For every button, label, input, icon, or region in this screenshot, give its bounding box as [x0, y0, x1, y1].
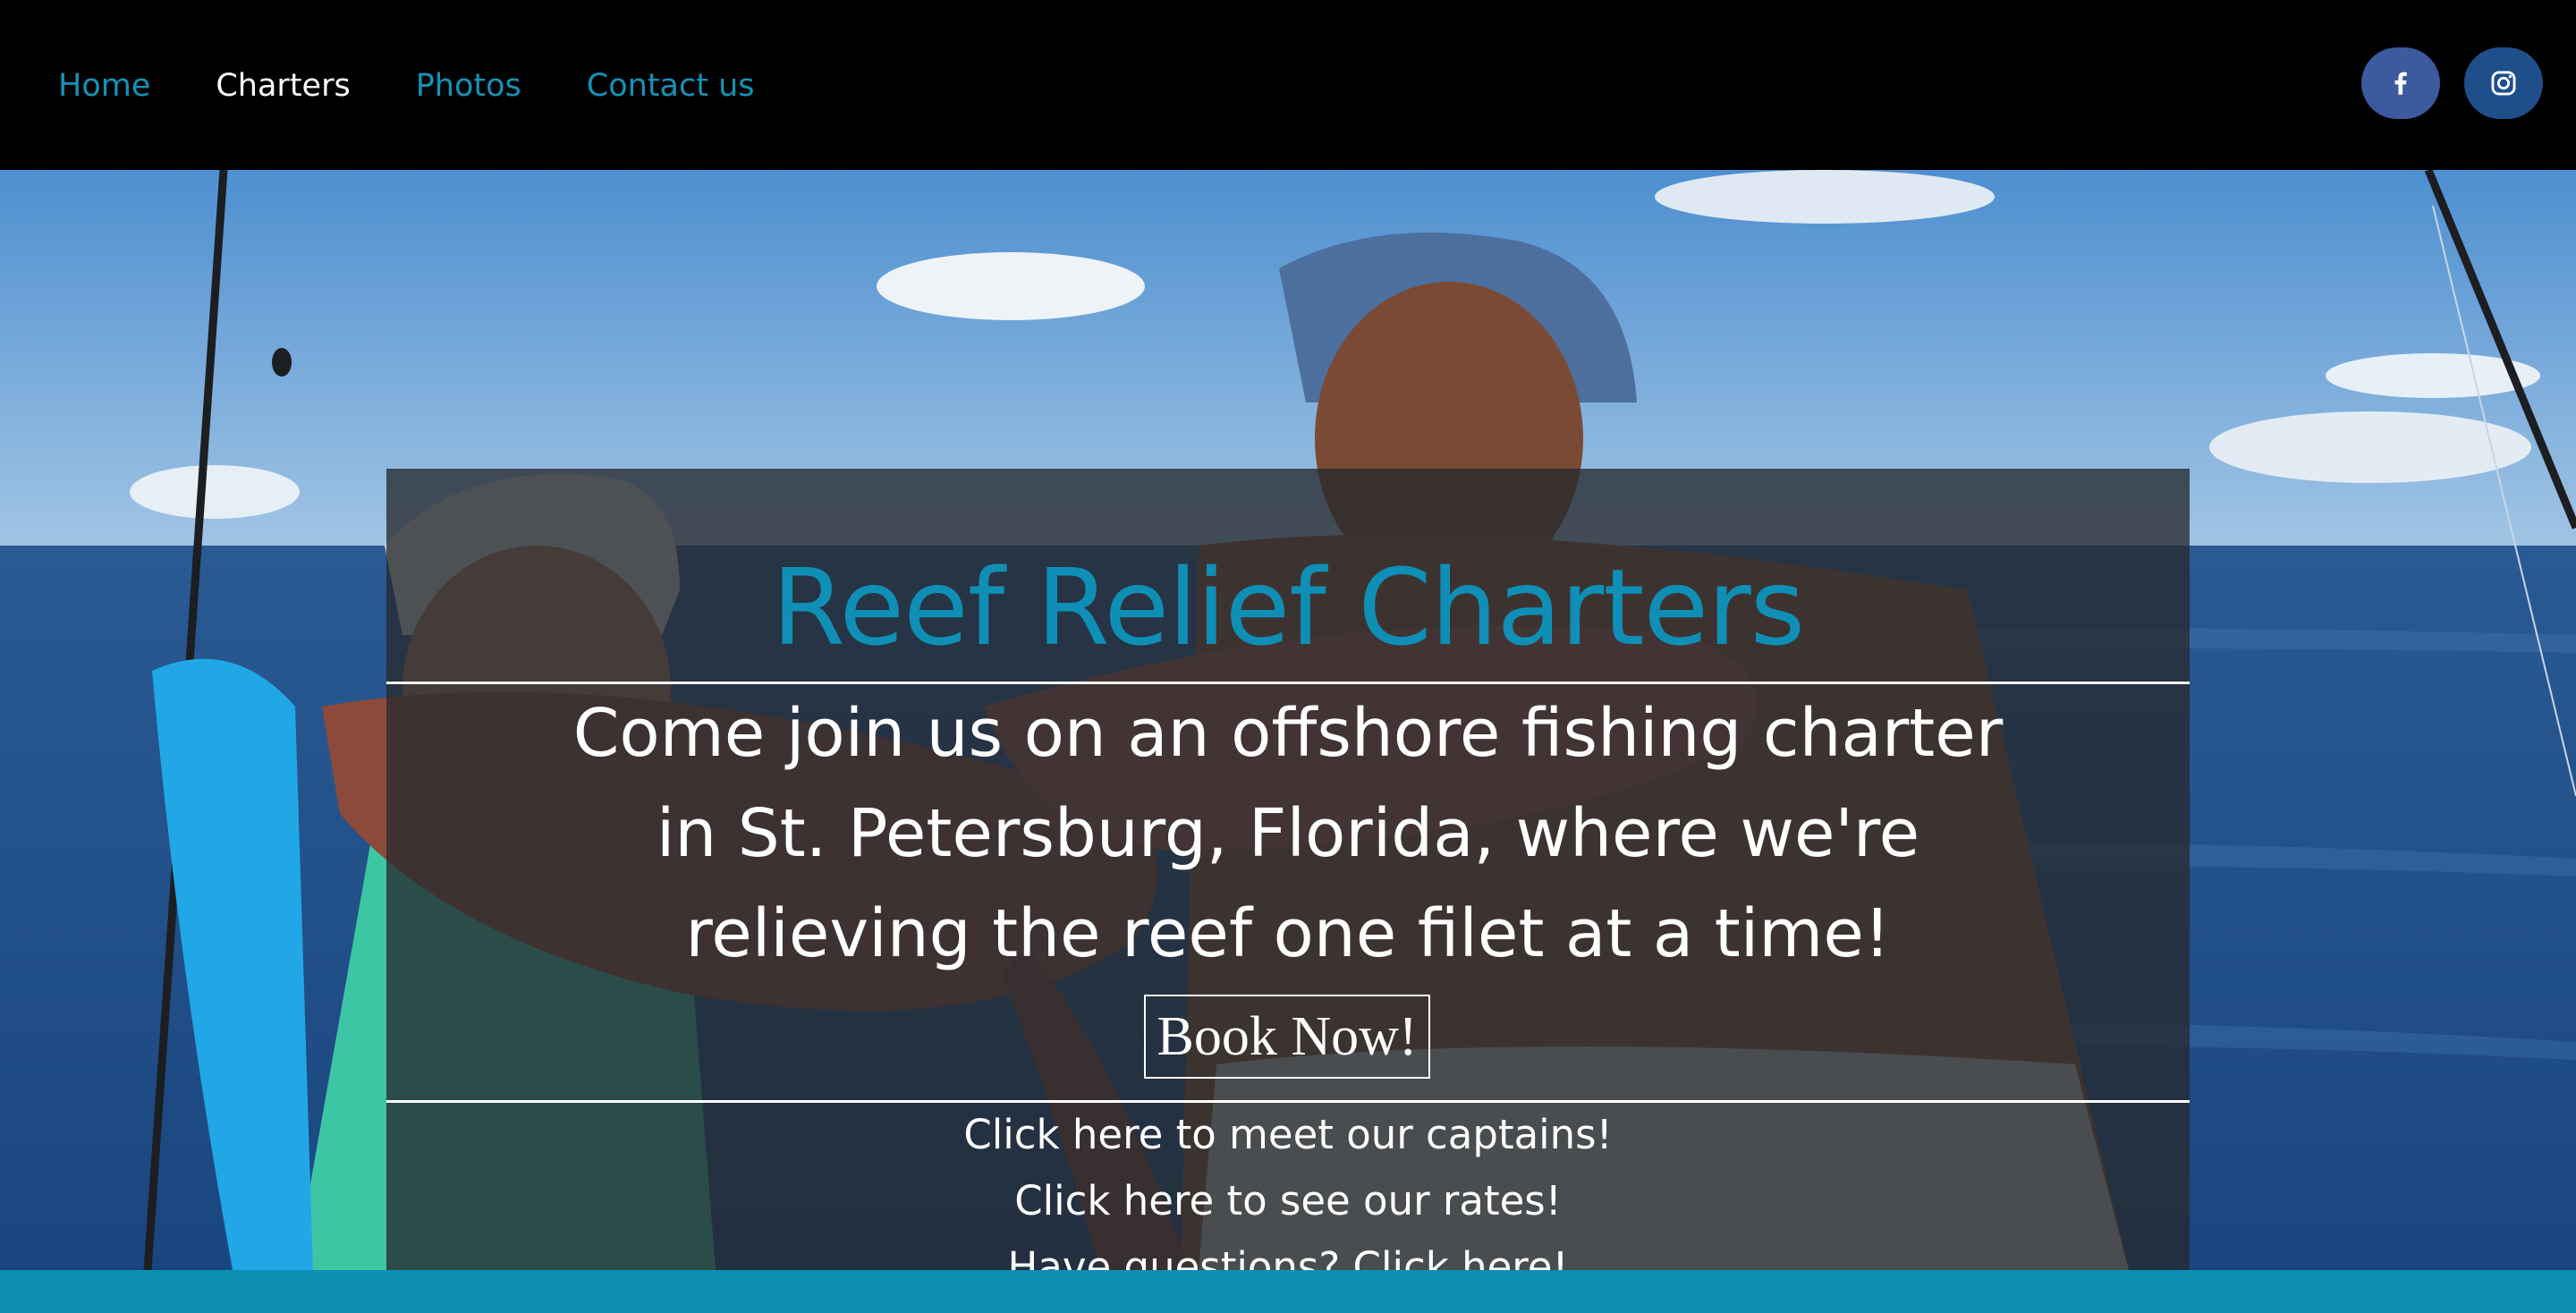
hero-links: Click here to meet our captains! Click h…: [386, 1102, 2190, 1270]
tagline-line: relieving the reef one filet at a time!: [685, 895, 1891, 972]
instagram-icon: [2491, 71, 2516, 96]
meet-captains-link[interactable]: Click here to meet our captains!: [386, 1102, 2190, 1168]
instagram-button[interactable]: [2464, 47, 2543, 119]
nav-item-contact-us[interactable]: Contact us: [587, 68, 755, 104]
page: Home Charters Photos Contact us Reef Rel…: [0, 0, 2576, 1313]
nav-item-home[interactable]: Home: [58, 68, 150, 104]
footer-strip: [0, 1270, 2576, 1313]
tagline-line: Come join us on an offshore fishing char…: [572, 695, 2004, 772]
hero-card: Reef Relief Charters Come join us on an …: [386, 469, 2190, 1270]
tagline-line: in St. Petersburg, Florida, where we're: [656, 795, 1920, 872]
social-links: [2361, 47, 2543, 119]
hero-section: Reef Relief Charters Come join us on an …: [0, 170, 2576, 1270]
top-navigation: Home Charters Photos Contact us: [0, 0, 2576, 170]
see-rates-link[interactable]: Click here to see our rates!: [386, 1168, 2190, 1234]
facebook-button[interactable]: [2361, 47, 2440, 119]
nav-item-photos[interactable]: Photos: [416, 68, 521, 104]
nav-item-charters[interactable]: Charters: [216, 68, 350, 104]
page-title: Reef Relief Charters: [771, 546, 1805, 669]
book-now-button[interactable]: Book Now!: [1144, 995, 1430, 1079]
hero-tagline: Come join us on an offshore fishing char…: [386, 683, 2190, 984]
facebook-icon: [2394, 72, 2407, 95]
nav-menu: Home Charters Photos Contact us: [58, 68, 755, 104]
questions-link[interactable]: Have questions? Click here!: [386, 1234, 2190, 1270]
